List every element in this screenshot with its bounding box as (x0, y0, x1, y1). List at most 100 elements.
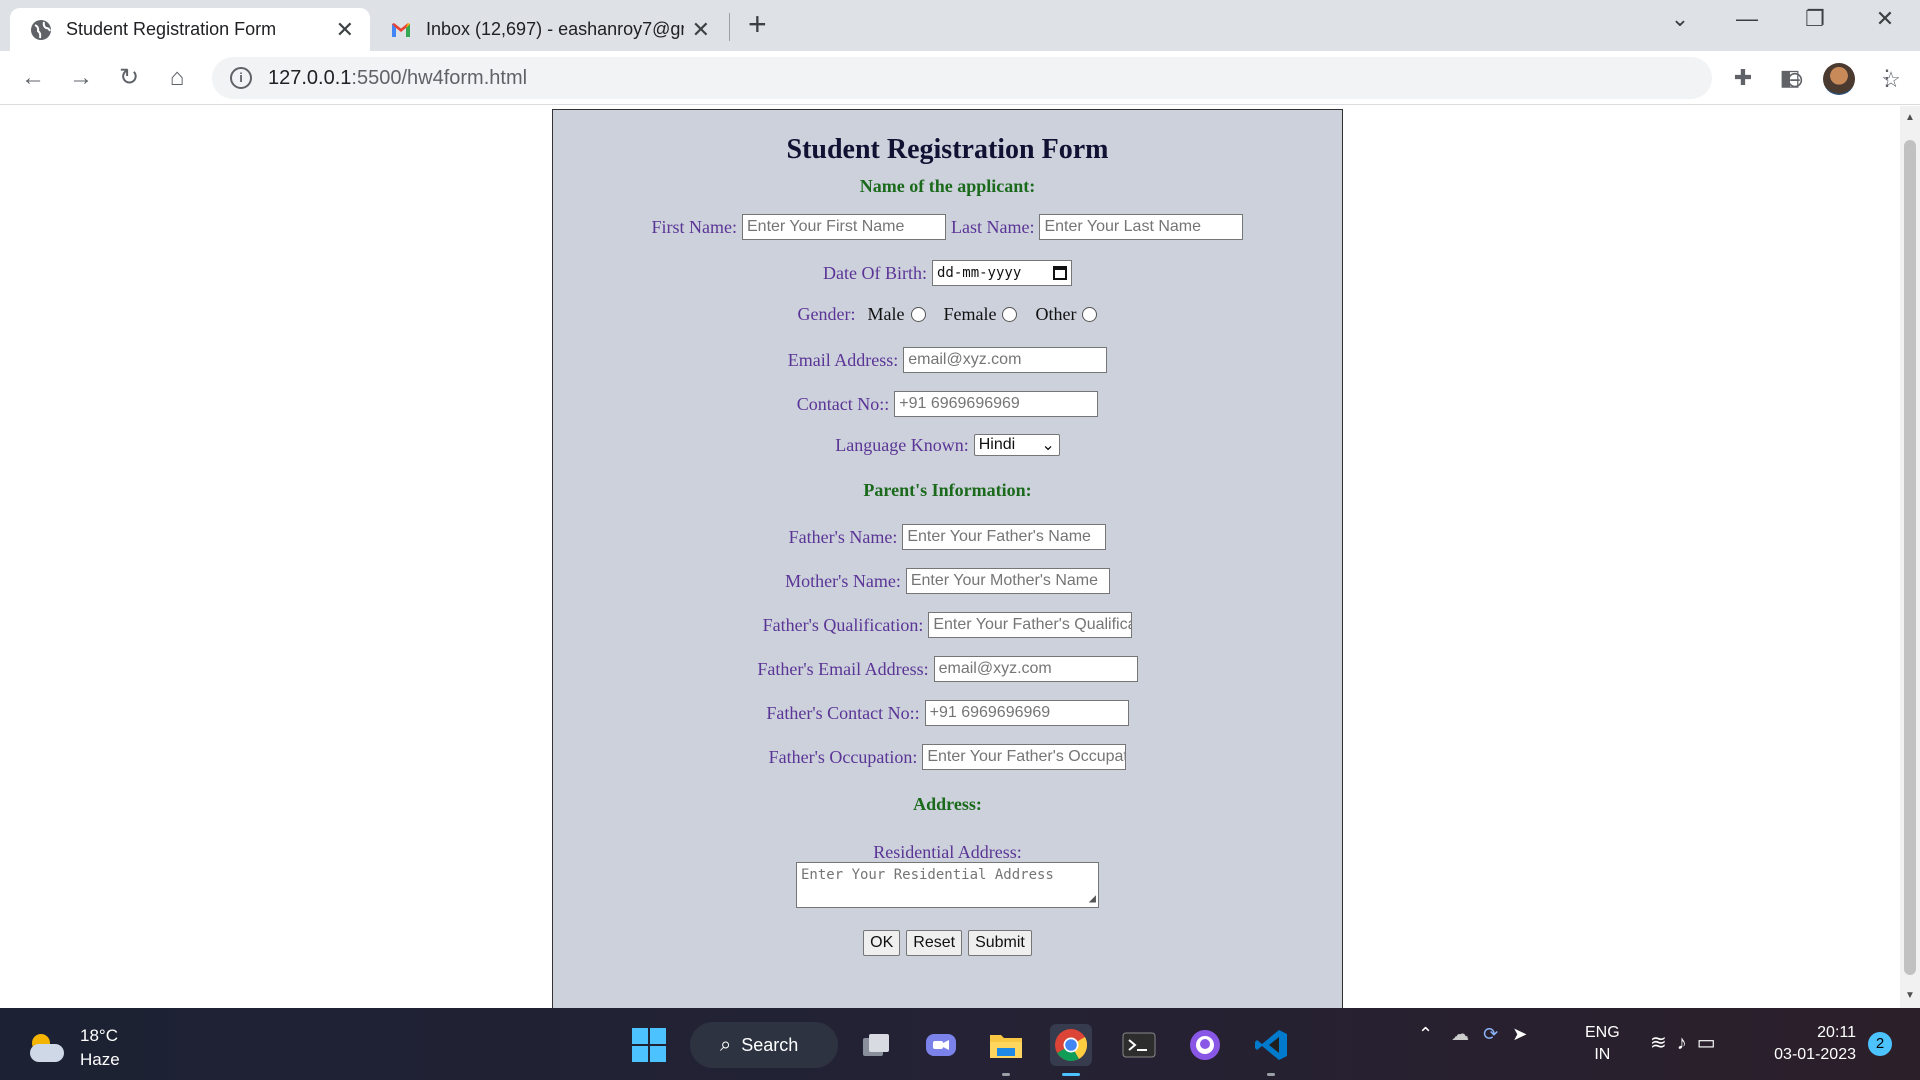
father-occupation-row: Father's Occupation: Enter Your Father's… (553, 744, 1342, 770)
mother-name-input[interactable]: Enter Your Mother's Name (905, 568, 1110, 594)
quick-settings[interactable]: ≋♪▭ (1650, 1030, 1726, 1055)
sync-icon[interactable]: ⟳ (1483, 1024, 1498, 1045)
email-label: Email Address: (787, 349, 899, 370)
scroll-up-icon[interactable]: ▲ (1900, 112, 1920, 123)
address-heading: Address: (913, 794, 982, 814)
extensions-puzzle-icon[interactable]: ✚ (1728, 65, 1758, 91)
father-email-row: Father's Email Address: email@xyz.com (553, 656, 1342, 682)
search-icon: ⌕ (720, 1033, 732, 1056)
form-title: Student Registration Form (786, 134, 1109, 165)
chrome-button[interactable] (1050, 1024, 1092, 1076)
submit-button[interactable]: Submit (968, 930, 1032, 956)
restore-icon[interactable]: ❐ (1795, 6, 1835, 32)
file-explorer-button[interactable] (985, 1024, 1027, 1076)
language-label: Language Known: (835, 434, 969, 455)
father-occupation-input[interactable]: Enter Your Father's Occupation (922, 744, 1127, 770)
gender-male-radio[interactable] (910, 307, 926, 322)
gender-other-radio[interactable] (1082, 307, 1098, 322)
temperature: 18°C (80, 1026, 118, 1045)
minimize-icon[interactable]: — (1727, 6, 1767, 32)
browser-toolbar: ← → ↻ ⌂ i 127.0.0.1:5500/hw4form.html ⊖ … (0, 51, 1920, 105)
tab-close-icon[interactable]: ✕ (336, 17, 354, 43)
clock[interactable]: 20:11 03-01-2023 (1760, 1022, 1856, 1066)
contact-row: Contact No:: +91 6969696969 (553, 391, 1342, 417)
language-code: ENG (1585, 1024, 1620, 1041)
first-name-label: First Name: (651, 216, 738, 237)
tab-search-chevron-icon[interactable]: ⌄ (1660, 6, 1700, 32)
gender-label: Gender: (797, 304, 856, 324)
onedrive-error-icon[interactable]: ☁ (1451, 1024, 1469, 1045)
residential-address-textarea[interactable]: Enter Your Residential Address ◢ (796, 862, 1099, 908)
registration-form: Student Registration Form Name of the ap… (552, 109, 1343, 1008)
scroll-down-icon[interactable]: ▼ (1900, 990, 1920, 1001)
window-close-icon[interactable]: ✕ (1865, 6, 1905, 32)
url-text[interactable]: 127.0.0.1:5500/hw4form.html (268, 67, 527, 90)
reload-icon[interactable]: ↻ (112, 61, 146, 95)
battery-icon: ▭ (1696, 1032, 1726, 1054)
back-arrow-icon[interactable]: ← (16, 61, 50, 95)
forward-arrow-icon[interactable]: → (64, 61, 98, 95)
profile-avatar[interactable] (1823, 63, 1855, 95)
haze-weather-icon (26, 1032, 66, 1064)
tab-student-registration[interactable]: Student Registration Form ✕ (10, 8, 370, 51)
father-contact-input[interactable]: +91 6969696969 (924, 700, 1129, 726)
region-code: IN (1594, 1046, 1611, 1063)
contact-label: Contact No:: (796, 393, 890, 414)
dob-placeholder: dd-mm-yyyy (936, 265, 1022, 281)
vertical-scrollbar[interactable]: ▲ ▼ (1900, 106, 1920, 1008)
system-tray: ⌃ ☁ ⟳ ➤ (1418, 1024, 1527, 1045)
father-email-input[interactable]: email@xyz.com (933, 656, 1138, 682)
tab-title: Inbox (12,697) - eashanroy7@gmail.com (426, 19, 684, 39)
side-panel-icon[interactable]: ◧ (1775, 65, 1805, 91)
start-button[interactable] (628, 1024, 670, 1066)
applicant-heading: Name of the applicant: (859, 176, 1036, 196)
reset-button[interactable]: Reset (906, 930, 963, 956)
new-tab-button[interactable]: + (748, 8, 767, 40)
father-occupation-label: Father's Occupation: (768, 746, 918, 767)
location-arrow-icon[interactable]: ➤ (1512, 1024, 1527, 1045)
github-icon (1190, 1030, 1220, 1060)
notification-badge[interactable]: 2 (1868, 1032, 1892, 1056)
task-view-button[interactable] (855, 1024, 897, 1066)
date: 03-01-2023 (1774, 1046, 1856, 1063)
windows-logo-icon (632, 1028, 666, 1062)
contact-input[interactable]: +91 6969696969 (894, 391, 1099, 417)
home-icon[interactable]: ⌂ (160, 61, 194, 95)
site-info-icon[interactable]: i (230, 67, 252, 89)
gender-female-radio[interactable] (1002, 307, 1018, 322)
scrollbar-thumb[interactable] (1904, 140, 1916, 975)
search-label: Search (741, 1034, 799, 1055)
input-language[interactable]: ENG IN (1585, 1022, 1620, 1066)
volume-icon: ♪ (1676, 1032, 1697, 1054)
ok-button[interactable]: OK (863, 930, 901, 956)
resize-grip-icon[interactable]: ◢ (1089, 891, 1096, 905)
dob-label: Date Of Birth: (823, 262, 927, 283)
menu-kebab-icon[interactable]: ⋮ (1872, 65, 1902, 91)
name-row: First Name: Enter Your First Name Last N… (553, 214, 1342, 240)
taskbar-search[interactable]: ⌕ Search (690, 1022, 838, 1068)
weather-widget[interactable]: 18°C Haze (26, 1024, 120, 1072)
tab-strip: Student Registration Form ✕ Inbox (12,69… (0, 0, 1920, 51)
tab-close-icon[interactable]: ✕ (692, 17, 710, 43)
last-name-input[interactable]: Enter Your Last Name (1039, 214, 1244, 240)
chat-app-button[interactable] (920, 1024, 962, 1066)
father-name-input[interactable]: Enter Your Father's Name (902, 524, 1107, 550)
gender-row: Gender: Male Female Other (553, 304, 1342, 325)
address-bar[interactable]: i 127.0.0.1:5500/hw4form.html ⊖ ⇪ ☆ (212, 57, 1901, 99)
github-desktop-button[interactable] (1184, 1024, 1226, 1066)
calendar-icon[interactable] (1052, 266, 1067, 280)
father-qualification-input[interactable]: Enter Your Father's Qualification (928, 612, 1133, 638)
active-indicator (1062, 1073, 1080, 1076)
first-name-input[interactable]: Enter Your First Name (742, 214, 946, 240)
vscode-icon (1255, 1030, 1287, 1060)
residential-placeholder: Enter Your Residential Address (801, 867, 1054, 883)
tab-gmail-inbox[interactable]: Inbox (12,697) - eashanroy7@gmail.com ✕ (374, 8, 726, 51)
chevron-down-icon: ⌄ (1041, 437, 1055, 454)
email-input[interactable]: email@xyz.com (903, 347, 1108, 373)
father-email-label: Father's Email Address: (757, 658, 929, 679)
language-select[interactable]: Hindi ⌄ (973, 434, 1060, 456)
dob-date-input[interactable]: dd-mm-yyyy (931, 260, 1072, 286)
vscode-button[interactable] (1250, 1024, 1292, 1076)
show-hidden-icons-chevron-icon[interactable]: ⌃ (1418, 1024, 1433, 1045)
terminal-button[interactable] (1118, 1024, 1160, 1066)
